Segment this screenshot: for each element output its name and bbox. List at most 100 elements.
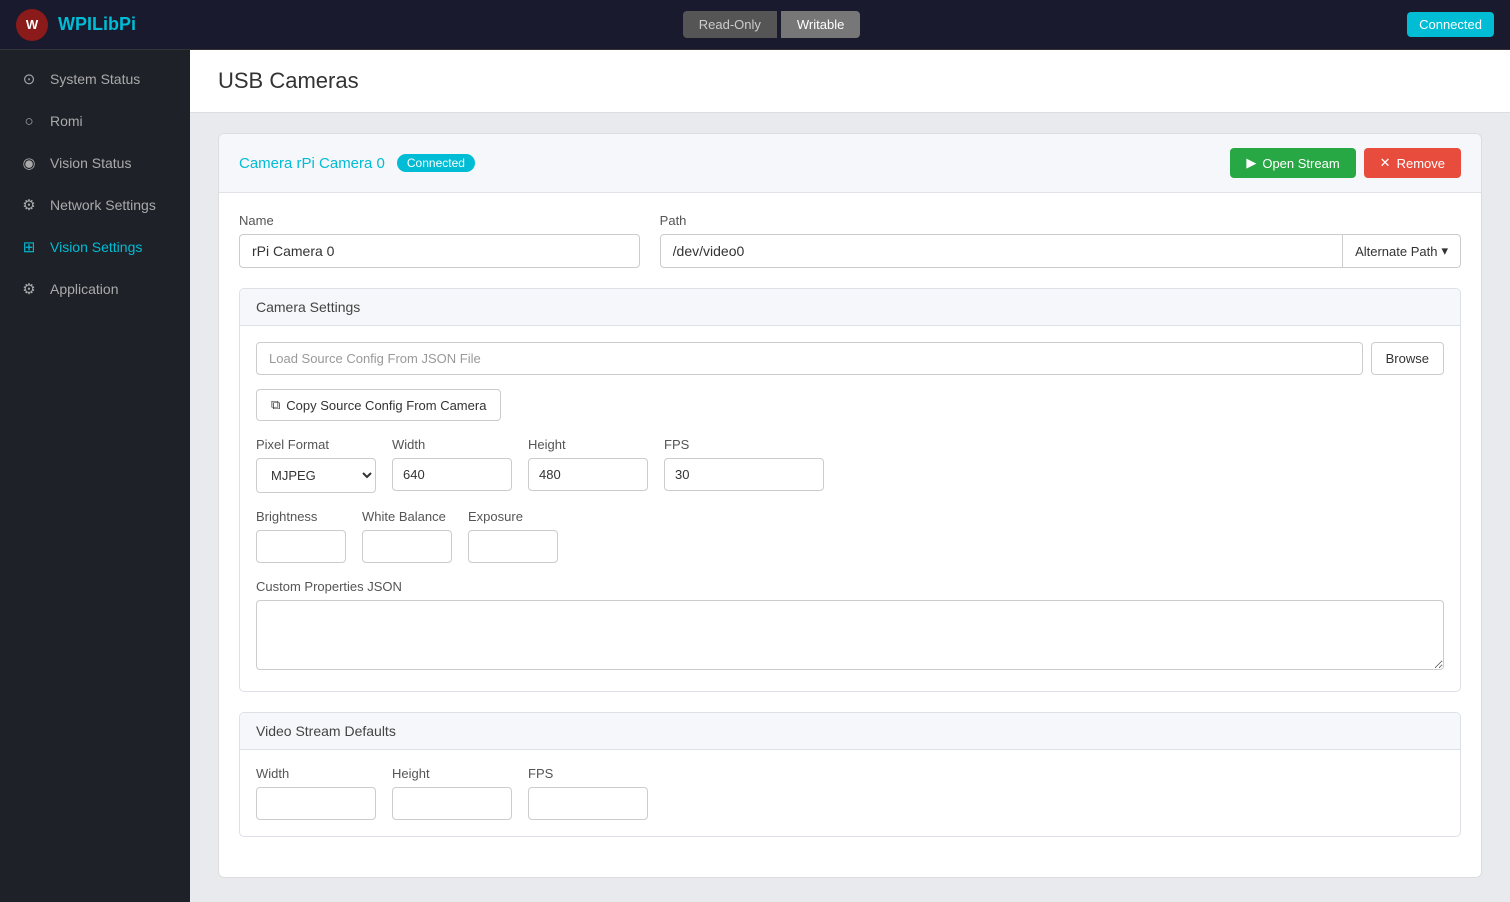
pixel-format-group: Pixel Format MJPEG YUYV RGB3 GREY	[256, 437, 376, 493]
name-group: Name	[239, 213, 640, 268]
sidebar: ⊙ System Status ○ Romi ◉ Vision Status ⚙…	[0, 50, 190, 902]
camera-card: Camera rPi Camera 0 Connected ▶ Open Str…	[218, 133, 1482, 878]
stream-width-input[interactable]	[256, 787, 376, 820]
sidebar-item-vision-settings[interactable]: ⊞ Vision Settings	[0, 226, 190, 268]
pixel-settings-grid: Pixel Format MJPEG YUYV RGB3 GREY	[256, 437, 1444, 493]
application-icon: ⚙	[20, 280, 38, 298]
play-icon: ▶	[1246, 155, 1256, 171]
stream-width-label: Width	[256, 766, 376, 781]
path-input[interactable]	[660, 234, 1343, 268]
stream-width-group: Width	[256, 766, 376, 820]
page-title: USB Cameras	[218, 68, 1482, 94]
name-label: Name	[239, 213, 640, 228]
width-input[interactable]	[392, 458, 512, 491]
width-group: Width	[392, 437, 512, 493]
white-balance-group: White Balance	[362, 509, 452, 563]
connection-status-badge: Connected	[1407, 12, 1494, 37]
brightness-input[interactable]	[256, 530, 346, 563]
sidebar-item-network-settings[interactable]: ⚙ Network Settings	[0, 184, 190, 226]
video-stream-defaults-header: Video Stream Defaults	[240, 713, 1460, 750]
writable-button[interactable]: Writable	[781, 11, 860, 38]
vision-settings-icon: ⊞	[20, 238, 38, 256]
height-input[interactable]	[528, 458, 648, 491]
camera-header-left: Camera rPi Camera 0 Connected	[239, 154, 475, 172]
stream-height-group: Height	[392, 766, 512, 820]
exposure-settings-row: Brightness White Balance Exposure	[256, 509, 1444, 563]
stream-fps-input[interactable]	[528, 787, 648, 820]
sidebar-item-system-status[interactable]: ⊙ System Status	[0, 58, 190, 100]
stream-fps-label: FPS	[528, 766, 648, 781]
load-config-row: Load Source Config From JSON File Browse	[256, 342, 1444, 375]
chevron-down-icon: ▾	[1441, 243, 1448, 259]
path-label: Path	[660, 213, 1461, 228]
name-path-row: Name Path Alternate Path ▾	[239, 213, 1461, 268]
sidebar-item-application[interactable]: ⚙ Application	[0, 268, 190, 310]
browse-button[interactable]: Browse	[1371, 342, 1444, 375]
custom-props-label: Custom Properties JSON	[256, 579, 1444, 594]
sidebar-item-label: Vision Settings	[50, 239, 142, 255]
open-stream-button[interactable]: ▶ Open Stream	[1230, 148, 1355, 178]
page-header: USB Cameras	[190, 50, 1510, 113]
main-content: USB Cameras Camera rPi Camera 0 Connecte…	[190, 50, 1510, 902]
custom-props-textarea[interactable]	[256, 600, 1444, 670]
content-area: Camera rPi Camera 0 Connected ▶ Open Str…	[190, 113, 1510, 898]
romi-icon: ○	[20, 112, 38, 130]
sidebar-item-label: System Status	[50, 71, 140, 87]
camera-settings-body: Load Source Config From JSON File Browse…	[240, 326, 1460, 691]
pixel-format-select[interactable]: MJPEG YUYV RGB3 GREY	[256, 458, 376, 493]
custom-props-group: Custom Properties JSON	[256, 579, 1444, 675]
network-settings-icon: ⚙	[20, 196, 38, 214]
fps-label: FPS	[664, 437, 824, 452]
vision-status-icon: ◉	[20, 154, 38, 172]
brightness-label: Brightness	[256, 509, 346, 524]
white-balance-label: White Balance	[362, 509, 452, 524]
copy-config-button[interactable]: ⧉ Copy Source Config From Camera	[256, 389, 501, 421]
stream-height-input[interactable]	[392, 787, 512, 820]
camera-settings-header: Camera Settings	[240, 289, 1460, 326]
sidebar-item-vision-status[interactable]: ◉ Vision Status	[0, 142, 190, 184]
layout: ⊙ System Status ○ Romi ◉ Vision Status ⚙…	[0, 50, 1510, 902]
sidebar-item-romi[interactable]: ○ Romi	[0, 100, 190, 142]
stream-defaults-body: Width Height FPS	[240, 750, 1460, 836]
logo-text: WPILibPi	[58, 14, 136, 35]
height-label: Height	[528, 437, 648, 452]
copy-icon: ⧉	[271, 397, 280, 413]
video-stream-defaults-card: Video Stream Defaults Width Height	[239, 712, 1461, 837]
load-config-placeholder: Load Source Config From JSON File	[256, 342, 1363, 375]
logo-icon: W	[16, 9, 48, 41]
path-input-wrap: Alternate Path ▾	[660, 234, 1461, 268]
sidebar-item-label: Vision Status	[50, 155, 131, 171]
mode-toggle: Read-Only Writable	[683, 11, 861, 38]
camera-card-body: Name Path Alternate Path ▾	[219, 193, 1481, 877]
height-group: Height	[528, 437, 648, 493]
stream-height-label: Height	[392, 766, 512, 781]
remove-icon: ✕	[1380, 155, 1391, 171]
camera-header-right: ▶ Open Stream ✕ Remove	[1230, 148, 1461, 178]
camera-link[interactable]: Camera rPi Camera 0	[239, 155, 385, 172]
exposure-input[interactable]	[468, 530, 558, 563]
white-balance-input[interactable]	[362, 530, 452, 563]
brightness-group: Brightness	[256, 509, 346, 563]
logo-area: W WPILibPi	[16, 9, 136, 41]
width-label: Width	[392, 437, 512, 452]
exposure-label: Exposure	[468, 509, 558, 524]
path-group: Path Alternate Path ▾	[660, 213, 1461, 268]
exposure-group: Exposure	[468, 509, 558, 563]
alternate-path-button[interactable]: Alternate Path ▾	[1343, 234, 1461, 268]
stream-fps-group: FPS	[528, 766, 648, 820]
name-input[interactable]	[239, 234, 640, 268]
camera-status-badge: Connected	[397, 154, 475, 172]
sidebar-item-label: Network Settings	[50, 197, 156, 213]
stream-grid: Width Height FPS	[256, 766, 1444, 820]
topbar: W WPILibPi Read-Only Writable Connected	[0, 0, 1510, 50]
sidebar-item-label: Romi	[50, 113, 83, 129]
readonly-button[interactable]: Read-Only	[683, 11, 777, 38]
pixel-format-label: Pixel Format	[256, 437, 376, 452]
camera-card-header: Camera rPi Camera 0 Connected ▶ Open Str…	[219, 134, 1481, 193]
fps-input[interactable]	[664, 458, 824, 491]
camera-settings-card: Camera Settings Load Source Config From …	[239, 288, 1461, 692]
remove-button[interactable]: ✕ Remove	[1364, 148, 1461, 178]
fps-group: FPS	[664, 437, 824, 493]
system-status-icon: ⊙	[20, 70, 38, 88]
sidebar-item-label: Application	[50, 281, 119, 297]
